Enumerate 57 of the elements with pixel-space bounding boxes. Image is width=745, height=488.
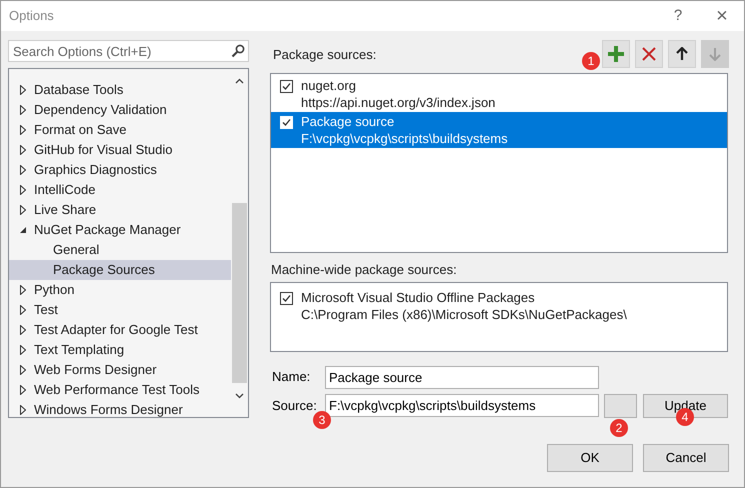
- checkbox[interactable]: [280, 292, 293, 304]
- tree-item[interactable]: Text Templating: [9, 340, 231, 360]
- remove-button[interactable]: [635, 40, 663, 68]
- help-button[interactable]: ?: [656, 4, 700, 28]
- arrow-up-icon: [676, 47, 688, 61]
- section-label: Machine-wide package sources:: [271, 261, 458, 279]
- scroll-down-icon: [235, 393, 244, 399]
- source-name: Package source: [301, 113, 396, 130]
- scrollbar-thumb[interactable]: [232, 203, 247, 383]
- source-url: C:\Program Files (x86)\Microsoft SDKs\NuGetPackages\: [301, 306, 627, 322]
- source-name: Microsoft Visual Studio Offline Packages: [301, 288, 536, 306]
- name-label: Name:: [272, 368, 312, 386]
- source-item[interactable]: Package source F:\vcpkg\vcpkg\scripts\buildsystems: [271, 112, 727, 148]
- tree-item[interactable]: Database Tools: [9, 80, 231, 100]
- tree-item[interactable]: Dependency Validation: [9, 100, 231, 120]
- dialog-button[interactable]: Cancel: [643, 444, 729, 472]
- section-label: Package sources:: [273, 46, 376, 64]
- tree-item[interactable]: Package Sources: [9, 260, 231, 280]
- source-url: F:\vcpkg\vcpkg\scripts\buildsystems: [301, 130, 508, 147]
- source-field[interactable]: F:\vcpkg\vcpkg\scripts\buildsystems: [325, 394, 599, 417]
- number-badge: 1: [582, 52, 600, 70]
- search-field[interactable]: Search Options (Ctrl+E): [8, 40, 249, 62]
- tree-item[interactable]: Format on Save: [9, 120, 231, 140]
- source-item[interactable]: nuget.org https://api.nuget.org/v3/index.json: [271, 76, 727, 112]
- tree-item[interactable]: Python: [9, 280, 231, 300]
- source-url: https://api.nuget.org/v3/index.json: [301, 94, 496, 111]
- tree-item[interactable]: General: [9, 240, 231, 260]
- check-icon: [282, 294, 291, 302]
- close-button[interactable]: ×: [700, 6, 744, 26]
- search-icon: [231, 44, 245, 58]
- arrow-down-icon: [709, 47, 721, 61]
- tree-item[interactable]: Test Adapter for Google Test: [9, 320, 231, 340]
- up-button[interactable]: [668, 40, 696, 68]
- dialog-button[interactable]: OK: [547, 444, 633, 472]
- source-name: nuget.org: [301, 77, 357, 94]
- tree-item[interactable]: Windows Forms Designer: [9, 400, 231, 417]
- scroll-up-icon: [235, 78, 244, 84]
- checkbox[interactable]: [280, 80, 293, 93]
- check-icon: [282, 118, 291, 127]
- close-icon: [642, 47, 656, 61]
- number-badge: 2: [610, 418, 628, 436]
- expanded-arrow-icon: [19, 226, 27, 234]
- tree-item[interactable]: Web Performance Test Tools: [9, 380, 231, 400]
- name-field[interactable]: Package source: [325, 366, 599, 388]
- tree-item[interactable]: Graphics Diagnostics: [9, 160, 231, 180]
- tree-item[interactable]: Web Forms Designer: [9, 360, 231, 380]
- number-badge: 3: [313, 410, 331, 428]
- check-icon: [282, 82, 291, 91]
- plus-icon: [608, 46, 624, 62]
- tree-item[interactable]: Test: [9, 300, 231, 320]
- tree-item[interactable]: NuGet Package Manager: [9, 220, 231, 240]
- source-item[interactable]: Microsoft Visual Studio Offline Packages C:\Program Files (x86)\Microsoft SDKs\NuGetPackages\: [271, 288, 727, 324]
- tree-item[interactable]: IntelliCode: [9, 180, 231, 200]
- tree-item[interactable]: Live Share: [9, 200, 231, 220]
- window-title: Options: [9, 7, 55, 26]
- add-button[interactable]: [602, 40, 630, 68]
- tree-item[interactable]: GitHub for Visual Studio: [9, 140, 231, 160]
